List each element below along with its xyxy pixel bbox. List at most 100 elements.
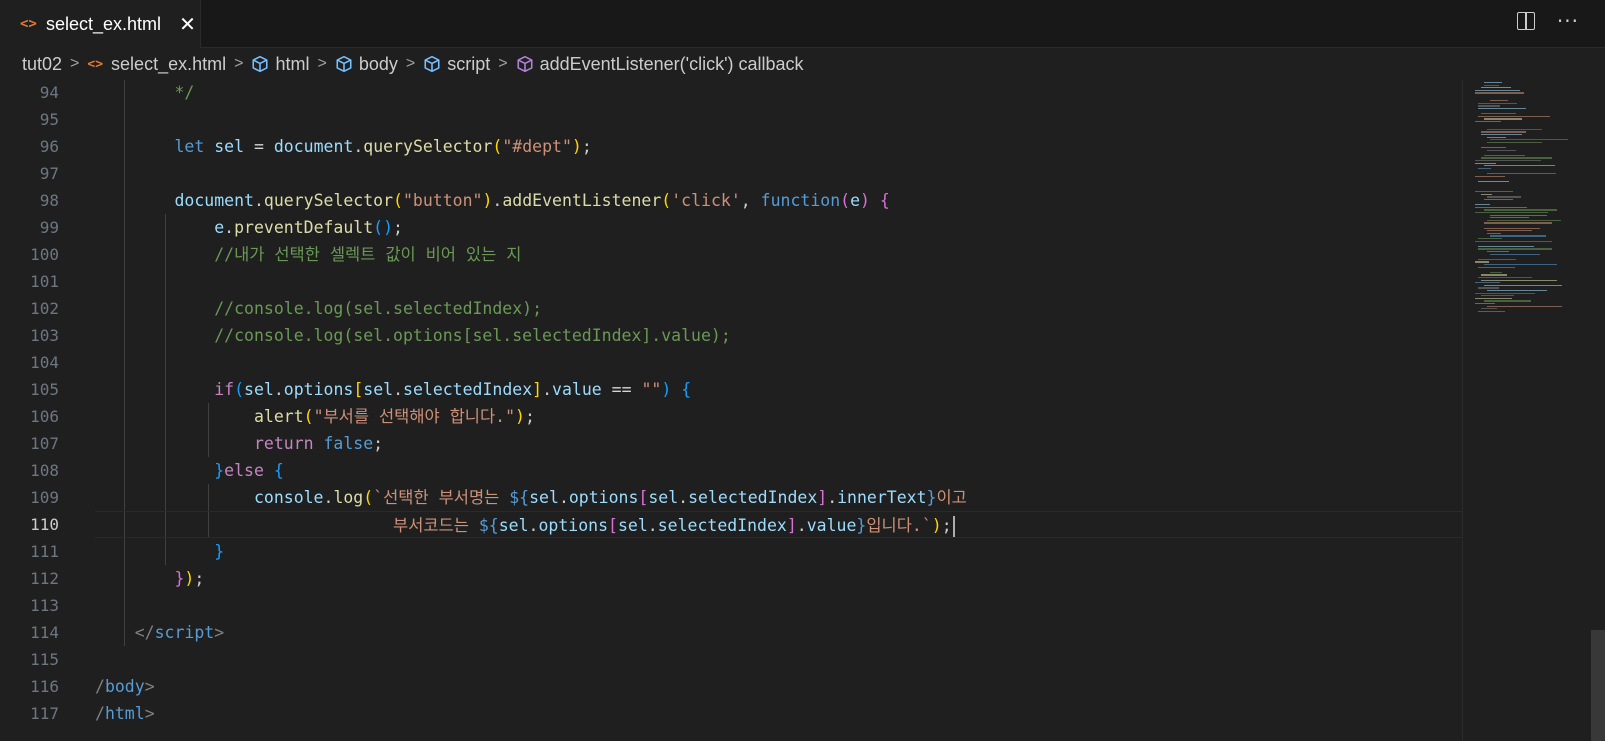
code-token: ${ — [478, 516, 499, 535]
code-area[interactable]: */ let sel = document.querySelector("#de… — [95, 80, 1462, 741]
code-token: . — [253, 191, 264, 210]
code-editor[interactable]: 94 95 96 97 98 99 100 101 102 103 104 105 106 107 108 1… — [0, 80, 1462, 741]
vertical-scrollbar-thumb[interactable] — [1591, 630, 1605, 741]
code-line[interactable] — [95, 106, 1462, 133]
line-number: 108 — [30, 461, 59, 480]
code-token: return — [253, 434, 314, 453]
code-token: "button" — [402, 191, 483, 210]
code-token: ( — [492, 137, 503, 156]
text-cursor — [952, 516, 955, 537]
code-token: { — [879, 191, 890, 210]
close-icon[interactable]: ✕ — [179, 14, 196, 34]
code-token: [ — [638, 488, 649, 507]
code-token: alert — [253, 407, 304, 426]
code-token: document — [273, 137, 354, 156]
code-token: "" — [641, 380, 662, 399]
breadcrumb-symbol-script[interactable]: script — [423, 54, 490, 75]
line-number: 96 — [39, 137, 59, 156]
breadcrumb-symbol-body[interactable]: body — [335, 54, 398, 75]
minimap-line — [1487, 141, 1542, 144]
code-line[interactable]: }); — [95, 565, 1462, 592]
minimap-line — [1481, 147, 1507, 149]
line-number: 106 — [30, 407, 59, 426]
code-line[interactable]: //console.log(sel.selectedIndex); — [95, 295, 1462, 322]
code-line[interactable]: alert("부서를 선택해야 합니다."); — [95, 403, 1462, 430]
html-file-icon: <> — [87, 56, 104, 72]
split-editor-icon[interactable] — [1516, 12, 1535, 30]
minimap-line — [1490, 214, 1548, 216]
code-line[interactable]: /html> — [95, 700, 1462, 727]
line-number: 109 — [30, 488, 59, 507]
breadcrumb-file-label: select_ex.html — [111, 53, 227, 74]
code-token: sel — [648, 488, 679, 507]
code-token: ; — [581, 137, 592, 156]
breadcrumb-symbol-label: html — [275, 53, 310, 74]
code-token: { — [681, 380, 692, 399]
code-line[interactable]: </script> — [95, 619, 1462, 646]
code-token: ) — [482, 191, 493, 210]
code-line[interactable]: */ — [95, 80, 1462, 106]
code-line[interactable]: e.preventDefault(); — [95, 214, 1462, 241]
breadcrumb-symbol-label: script — [447, 53, 491, 74]
code-line[interactable]: document.querySelector("button").addEven… — [95, 187, 1462, 214]
code-line[interactable]: } — [95, 538, 1462, 565]
code-token: let — [174, 137, 205, 156]
code-token: sel — [529, 488, 559, 507]
code-token: selectedIndex — [657, 516, 787, 535]
code-token: / — [95, 704, 105, 723]
code-line[interactable]: if(sel.options[sel.selectedIndex].value … — [95, 376, 1462, 403]
breadcrumb: tut02 > <> select_ex.html > html > body … — [0, 48, 1605, 80]
breadcrumb-folder[interactable]: tut02 — [22, 54, 62, 75]
minimap-line — [1478, 105, 1500, 107]
code-line[interactable] — [95, 646, 1462, 673]
code-line[interactable] — [95, 160, 1462, 187]
code-token: //console.log(sel.options[sel.selectedIn… — [214, 326, 731, 345]
breadcrumb-file[interactable]: <> select_ex.html — [87, 54, 226, 75]
code-line[interactable]: /body> — [95, 673, 1462, 700]
code-line[interactable]: }else { — [95, 457, 1462, 484]
code-token: ; — [941, 516, 952, 535]
breadcrumb-symbol-label: body — [358, 53, 398, 74]
code-line[interactable] — [95, 349, 1462, 376]
editor-tab-active[interactable]: <> select_ex.html ✕ — [0, 0, 201, 48]
code-token: ( — [303, 407, 314, 426]
minimap[interactable] — [1462, 80, 1605, 741]
line-number: 103 — [30, 326, 59, 345]
more-actions-icon[interactable]: ··· — [1557, 11, 1579, 31]
code-line[interactable]: //내가 선택한 셀렉트 값이 비어 있는 지 — [95, 241, 1462, 268]
code-token: //내가 선택한 셀렉트 값이 비어 있는 지 — [214, 245, 522, 264]
breadcrumb-symbol-html[interactable]: html — [251, 54, 309, 75]
line-number: 107 — [30, 434, 59, 453]
code-token: ) — [571, 137, 582, 156]
code-line[interactable]: console.log(`선택한 부서명는 ${sel.options[sel.… — [95, 484, 1462, 511]
code-token: [ — [353, 380, 364, 399]
code-token: > — [144, 704, 155, 723]
code-token: () — [373, 218, 394, 237]
code-token: 'click' — [671, 191, 741, 210]
minimap-line — [1481, 87, 1511, 89]
line-number: 95 — [39, 110, 59, 129]
code-line[interactable] — [95, 268, 1462, 295]
code-line[interactable]: let sel = document.querySelector("#dept"… — [95, 133, 1462, 160]
code-token: "#dept" — [502, 137, 572, 156]
code-line[interactable]: 부서코드는 ${sel.options[sel.selectedIndex].v… — [95, 511, 1462, 538]
code-line[interactable]: //console.log(sel.options[sel.selectedIn… — [95, 322, 1462, 349]
code-line[interactable] — [95, 592, 1462, 619]
line-number: 100 — [30, 245, 59, 264]
minimap-line — [1487, 196, 1521, 198]
breadcrumb-symbol-callback[interactable]: addEventListener('click') callback — [516, 54, 804, 75]
minimap-line — [1478, 180, 1509, 183]
code-token: "부서를 선택해야 합니다." — [313, 407, 516, 426]
code-token: . — [393, 380, 404, 399]
minimap-line — [1487, 232, 1501, 235]
code-token: body — [104, 677, 145, 696]
code-line[interactable]: return false; — [95, 430, 1462, 457]
minimap-line — [1478, 266, 1516, 268]
